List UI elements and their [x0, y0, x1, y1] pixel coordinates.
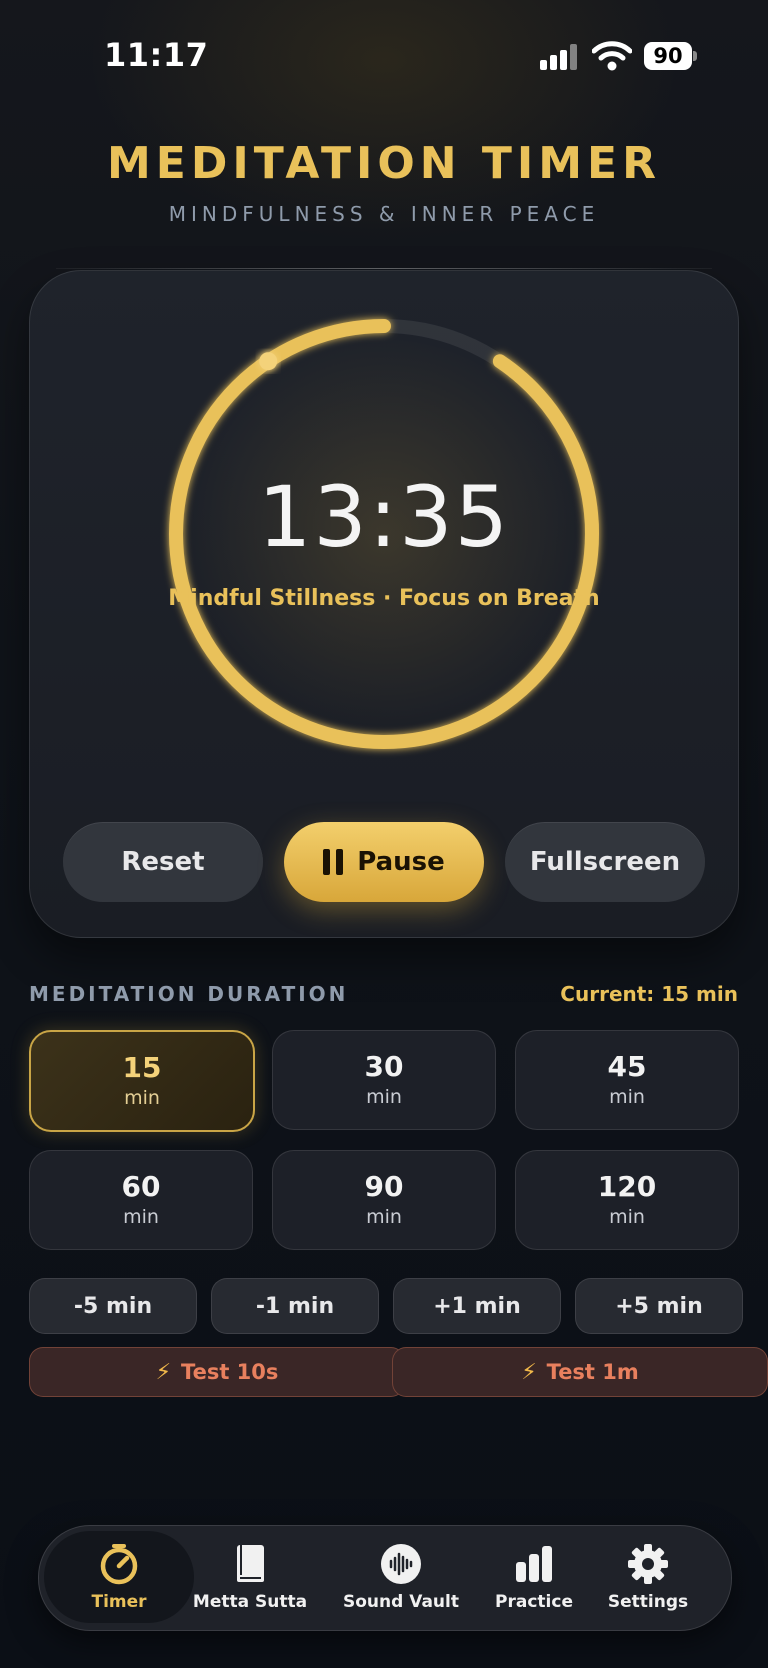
pause-button[interactable]: Pause — [284, 822, 484, 902]
duration-section-label: MEDITATION DURATION — [29, 982, 349, 1006]
session-label: Mindful Stillness · Focus on Breath — [168, 586, 600, 611]
duration-option-60[interactable]: 60 min — [29, 1150, 253, 1250]
test-10s-label: Test 10s — [181, 1360, 279, 1384]
nav-item-metta-sutta[interactable]: Metta Sutta — [190, 1531, 310, 1623]
duration-unit: min — [366, 1086, 402, 1108]
reset-button[interactable]: Reset — [63, 822, 263, 902]
duration-option-90[interactable]: 90 min — [272, 1150, 496, 1250]
fullscreen-button[interactable]: Fullscreen — [505, 822, 705, 902]
fullscreen-button-label: Fullscreen — [529, 847, 681, 877]
sound-wave-icon — [381, 1544, 421, 1584]
page-subtitle: MINDFULNESS & INNER PEACE — [168, 202, 600, 226]
duration-unit: min — [609, 1206, 645, 1228]
timer-icon — [100, 1544, 138, 1585]
battery-icon: 90 — [644, 42, 698, 70]
duration-value: 30 — [364, 1050, 404, 1083]
test-10s-button[interactable]: ⚡ Test 10s — [29, 1347, 405, 1397]
test-1m-label: Test 1m — [546, 1360, 639, 1384]
duration-option-120[interactable]: 120 min — [515, 1150, 739, 1250]
duration-unit: min — [123, 1206, 159, 1228]
nav-label: Settings — [607, 1592, 689, 1612]
timer-remaining: 13:35 — [257, 468, 511, 566]
pause-icon — [323, 849, 344, 875]
plus-5-min-button[interactable]: +5 min — [575, 1278, 743, 1334]
plus-1-min-button[interactable]: +1 min — [393, 1278, 561, 1334]
minus-1-min-button[interactable]: -1 min — [211, 1278, 379, 1334]
lightning-icon: ⚡ — [521, 1359, 537, 1385]
duration-unit: min — [124, 1087, 160, 1109]
duration-value: 60 — [121, 1170, 161, 1203]
nav-item-practice[interactable]: Practice — [484, 1531, 584, 1623]
duration-value: 120 — [597, 1170, 657, 1203]
duration-option-15[interactable]: 15 min — [29, 1030, 255, 1132]
nav-label: Timer — [91, 1592, 147, 1612]
nav-label: Metta Sutta — [192, 1592, 308, 1612]
cellular-signal-icon — [540, 44, 580, 70]
duration-value: 15 — [122, 1051, 162, 1084]
page-title: MEDITATION TIMER — [106, 138, 661, 189]
pause-button-label: Pause — [357, 847, 445, 877]
nav-label: Sound Vault — [343, 1592, 459, 1612]
nav-item-settings[interactable]: Settings — [598, 1531, 698, 1623]
test-1m-button[interactable]: ⚡ Test 1m — [392, 1347, 768, 1397]
duration-value: 90 — [364, 1170, 404, 1203]
duration-unit: min — [609, 1086, 645, 1108]
duration-option-45[interactable]: 45 min — [515, 1030, 739, 1130]
wifi-icon — [591, 40, 633, 72]
reset-button-label: Reset — [121, 847, 205, 877]
nav-item-sound-vault[interactable]: Sound Vault — [336, 1531, 466, 1623]
duration-unit: min — [366, 1206, 402, 1228]
battery-level: 90 — [653, 44, 683, 68]
duration-value: 45 — [607, 1050, 647, 1083]
book-icon — [237, 1545, 264, 1582]
nav-item-timer[interactable]: Timer — [44, 1531, 194, 1623]
progress-ring-knob — [259, 352, 278, 371]
status-time: 11:17 — [104, 36, 209, 74]
nav-label: Practice — [495, 1592, 573, 1612]
duration-option-30[interactable]: 30 min — [272, 1030, 496, 1130]
bar-chart-icon — [516, 1546, 552, 1582]
current-duration: Current: 15 min — [560, 982, 738, 1006]
lightning-icon: ⚡ — [155, 1359, 172, 1385]
header-divider — [56, 268, 712, 269]
gear-icon — [628, 1544, 668, 1584]
minus-5-min-button[interactable]: -5 min — [29, 1278, 197, 1334]
